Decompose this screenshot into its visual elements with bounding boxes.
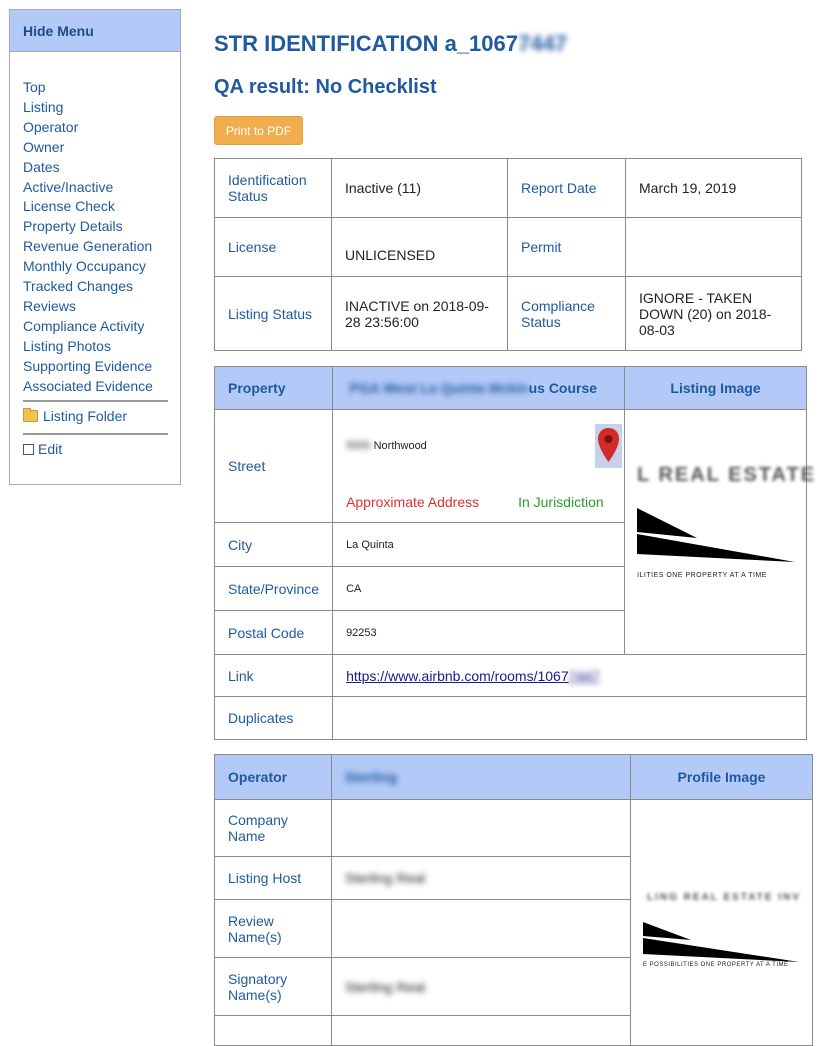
property-name-visible: us Course	[528, 380, 598, 396]
nav-owner[interactable]: Owner	[23, 138, 173, 158]
folder-icon	[23, 408, 38, 422]
listing-host-redacted: Sterling Real	[345, 870, 426, 886]
signatory-names-redacted: Sterling Real	[345, 978, 426, 995]
postal-code-label: Postal Code	[213, 610, 334, 655]
profile-logo-tagline: E POSSIBILITIES ONE PROPERTY AT A TIME	[643, 962, 789, 968]
map-pin-icon[interactable]	[595, 424, 623, 468]
duplicates-label: Duplicates	[213, 696, 334, 740]
listing-folder-label: Listing Folder	[43, 408, 128, 424]
listing-status-value: INACTIVE on 2018-09-28 23:56:00	[331, 276, 508, 351]
street-number-redacted: 5555	[346, 440, 371, 452]
nav-dates[interactable]: Dates	[23, 158, 173, 178]
nav-tracked-changes[interactable]: Tracked Changes	[23, 277, 173, 297]
listing-logo-tagline: ILITIES ONE PROPERTY AT A TIME	[637, 572, 767, 579]
edit-label: Edit	[38, 441, 63, 457]
nav-listing-photos[interactable]: Listing Photos	[23, 337, 173, 357]
qa-result-heading: QA result: No Checklist	[214, 76, 437, 98]
sidebar: Hide Menu Top Listing Operator Owner Dat…	[9, 9, 181, 485]
listing-status-label: Listing Status	[214, 276, 332, 351]
profile-logo-icon	[643, 922, 799, 962]
duplicates-value	[332, 696, 807, 740]
listing-logo-text: L REAL ESTATE	[637, 464, 817, 486]
sidebar-divider	[23, 433, 168, 435]
edit-checkbox-icon[interactable]	[23, 443, 34, 455]
report-date-label: Report Date	[507, 158, 626, 218]
identification-status-label: Identification Status	[214, 158, 332, 218]
listing-folder-link[interactable]: Listing Folder	[23, 408, 127, 424]
link-label: Link	[213, 654, 334, 697]
nav-active-inactive[interactable]: Active/Inactive	[23, 178, 173, 198]
nav-associated-evidence[interactable]: Associated Evidence	[23, 377, 173, 397]
review-names-value	[331, 899, 631, 958]
license-value: UNLICENSED	[331, 217, 508, 277]
nav-supporting-evidence[interactable]: Supporting Evidence	[23, 357, 173, 377]
in-jurisdiction-label: In Jurisdiction	[518, 494, 604, 510]
compliance-status-value: IGNORE - TAKEN DOWN (20) on 2018-08-03	[625, 276, 802, 351]
street-cell: 5555 Northwood Approximate Address In Ju…	[332, 409, 626, 523]
state-value: CA	[332, 566, 626, 611]
operator-row-empty	[214, 1015, 332, 1046]
listing-logo-icon	[637, 508, 796, 562]
signatory-names-label: Signatory Name(s)	[214, 957, 332, 1016]
airbnb-link[interactable]: https://www.airbnb.com/rooms/10677447	[346, 668, 600, 684]
street-label: Street	[213, 409, 334, 523]
identification-status-value: Inactive (11)	[331, 158, 508, 218]
airbnb-link-text: https://www.airbnb.com/rooms/1067	[346, 667, 569, 684]
profile-image-header: Profile Image	[630, 754, 813, 800]
permit-value	[625, 217, 802, 277]
property-name: PGA West La Quinta Mckinus Course	[332, 366, 626, 410]
profile-logo-text: LING REAL ESTATE INV	[647, 892, 801, 903]
identification-table: Identification Status Inactive (11) Repo…	[214, 158, 802, 351]
page-title-redacted: 7447	[518, 31, 567, 56]
nav-monthly-occupancy[interactable]: Monthly Occupancy	[23, 257, 173, 277]
state-label: State/Province	[213, 566, 334, 611]
nav-revenue-generation[interactable]: Revenue Generation	[23, 237, 173, 257]
license-label: License	[214, 217, 332, 277]
page-title: STR IDENTIFICATION a_10677447	[214, 31, 567, 57]
listing-host-label: Listing Host	[214, 856, 332, 900]
street-name: Northwood	[373, 440, 427, 452]
listing-image: L REAL ESTATE ILITIES ONE PROPERTY AT A …	[624, 409, 814, 655]
company-name-label: Company Name	[214, 799, 332, 857]
airbnb-link-redacted: 7447	[568, 667, 600, 684]
permit-label: Permit	[507, 217, 626, 277]
operator-name-redacted: Sterling	[345, 769, 398, 785]
approximate-address-label: Approximate Address	[346, 494, 480, 510]
listing-link[interactable]: https://www.airbnb.com/rooms/10677447	[332, 654, 807, 697]
property-header-label: Property	[213, 366, 334, 410]
page-title-text: STR IDENTIFICATION a_1067	[214, 31, 518, 56]
sidebar-nav: Top Listing Operator Owner Dates Active/…	[23, 78, 173, 397]
property-name-redacted: PGA West La Quinta Mckin	[349, 380, 529, 396]
nav-top[interactable]: Top	[23, 78, 173, 98]
nav-license-check[interactable]: License Check	[23, 197, 173, 217]
property-table: Property PGA West La Quinta Mckinus Cour…	[213, 366, 814, 740]
nav-compliance-activity[interactable]: Compliance Activity	[23, 317, 173, 337]
nav-listing[interactable]: Listing	[23, 98, 173, 118]
listing-host-value: Sterling Real	[331, 856, 631, 900]
operator-table: Operator Sterling Profile Image Company …	[214, 754, 813, 1046]
signatory-names-value: Sterling Real	[331, 957, 631, 1016]
hide-menu-button[interactable]: Hide Menu	[10, 10, 180, 52]
print-to-pdf-button[interactable]: Print to PDF	[214, 116, 303, 145]
sidebar-divider	[23, 400, 168, 402]
nav-reviews[interactable]: Reviews	[23, 297, 173, 317]
operator-name: Sterling	[331, 754, 631, 800]
city-label: City	[213, 522, 334, 567]
street-value: 5555 Northwood	[346, 440, 427, 452]
nav-property-details[interactable]: Property Details	[23, 217, 173, 237]
city-value: La Quinta	[332, 522, 626, 567]
postal-code-value: 92253	[332, 610, 626, 655]
company-name-value	[331, 799, 631, 857]
nav-operator[interactable]: Operator	[23, 118, 173, 138]
compliance-status-label: Compliance Status	[507, 276, 626, 351]
operator-row-empty-value	[331, 1015, 631, 1046]
report-date-value: March 19, 2019	[625, 158, 802, 218]
profile-image: LING REAL ESTATE INV E POSSIBILITIES ONE…	[630, 799, 813, 1046]
review-names-label: Review Name(s)	[214, 899, 332, 958]
listing-image-header: Listing Image	[624, 366, 807, 410]
operator-header-label: Operator	[214, 754, 332, 800]
edit-link[interactable]: Edit	[23, 441, 62, 457]
